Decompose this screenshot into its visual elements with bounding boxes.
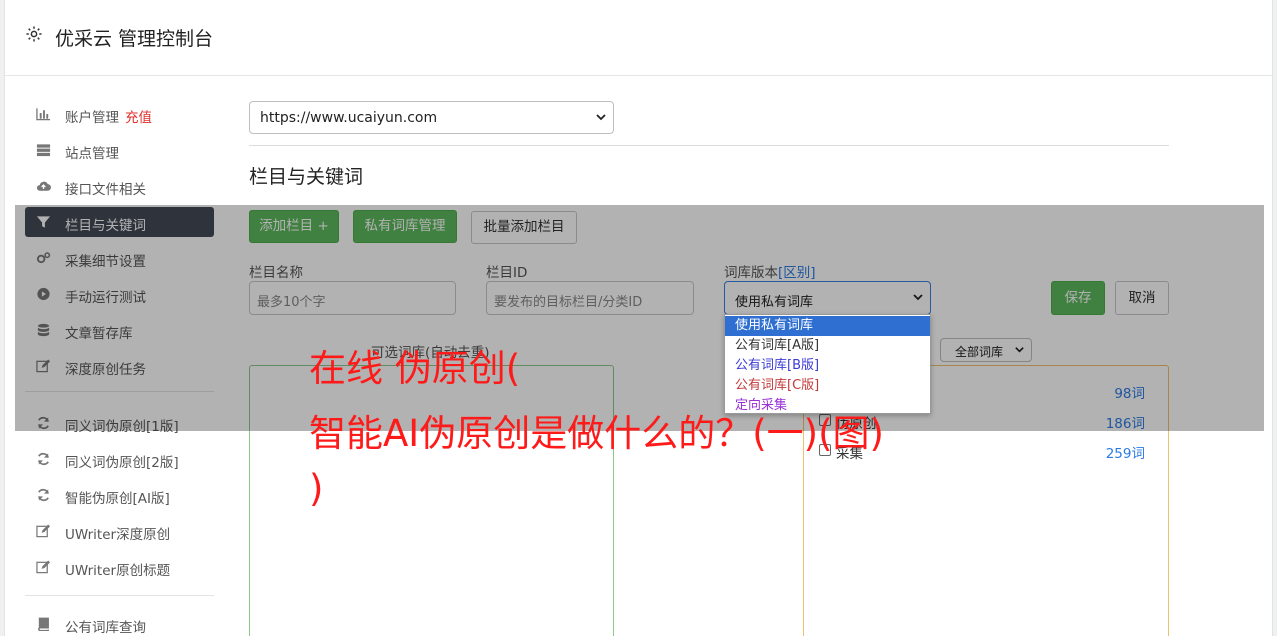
bar-chart-icon (36, 108, 51, 121)
sidebar-item-label: UWriter原创标题 (65, 563, 171, 579)
header: 优采云 管理控制台 (5, 0, 1272, 76)
sidebar-item-uwriter-title[interactable]: UWriter原创标题 (25, 552, 214, 582)
server-icon (36, 144, 51, 157)
edit-icon (36, 560, 51, 574)
watermark-line: 在线 伪原创( (309, 347, 521, 390)
recharge-link[interactable]: 充值 (125, 110, 152, 126)
edit-icon (36, 524, 51, 538)
sidebar-item-ai-rewrite[interactable]: 智能伪原创[AI版] (25, 480, 214, 510)
site-select[interactable]: https://www.ucaiyun.com (249, 101, 614, 134)
divider (249, 145, 1169, 146)
refresh-icon (37, 488, 50, 502)
lib-version-dropdown[interactable]: 使用私有词库 公有词库[A版] 公有词库[B版] 公有词库[C版] 定向采集 (724, 314, 931, 414)
sidebar-item-label: UWriter深度原创 (65, 527, 171, 543)
console-card: 优采云 管理控制台 账户管理 充值 站点管理 接口文件相关 栏目与关键词 采集细节… (4, 0, 1273, 636)
dropdown-option[interactable]: 公有词库[C版] (725, 376, 930, 396)
sidebar-item-public-lib[interactable]: 公有词库查询 (25, 609, 214, 636)
sidebar-item-uwriter-deep[interactable]: UWriter深度原创 (25, 516, 214, 546)
sidebar-item-label: 站点管理 (65, 146, 119, 162)
sidebar-item-label: 公有词库查询 (65, 620, 146, 636)
book-icon (38, 617, 49, 631)
cloud-upload-icon (36, 181, 51, 191)
sidebar-item-sites[interactable]: 站点管理 (25, 135, 214, 165)
lib-row-count: 259词 (1105, 446, 1145, 462)
watermark-line: 智能AI伪原创是做什么的？(一)(图) (309, 412, 884, 455)
sidebar-item-synonym-v2[interactable]: 同义词伪原创[2版] (25, 444, 214, 474)
page-title: 优采云 管理控制台 (55, 28, 214, 50)
sidebar-item-label: 同义词伪原创[2版] (65, 455, 179, 471)
site-select-value: https://www.ucaiyun.com (260, 110, 438, 126)
dropdown-option[interactable]: 公有词库[A版] (725, 336, 930, 356)
chevron-down-icon (596, 114, 606, 121)
watermark-line: ) (309, 467, 324, 510)
sidebar-item-interface[interactable]: 接口文件相关 (25, 171, 214, 201)
section-title: 栏目与关键词 (249, 166, 364, 188)
dropdown-option[interactable]: 公有词库[B版] (725, 356, 930, 376)
sidebar-item-account[interactable]: 账户管理 充值 (25, 99, 214, 129)
modal-overlay (15, 205, 1264, 431)
dropdown-option[interactable]: 使用私有词库 (725, 316, 930, 336)
sidebar-divider (25, 595, 214, 596)
refresh-icon (37, 452, 50, 466)
sidebar-item-label: 账户管理 (65, 110, 119, 126)
gear-icon (26, 26, 42, 42)
sidebar-item-label: 智能伪原创[AI版] (65, 491, 170, 507)
sidebar-item-label: 接口文件相关 (65, 182, 146, 198)
